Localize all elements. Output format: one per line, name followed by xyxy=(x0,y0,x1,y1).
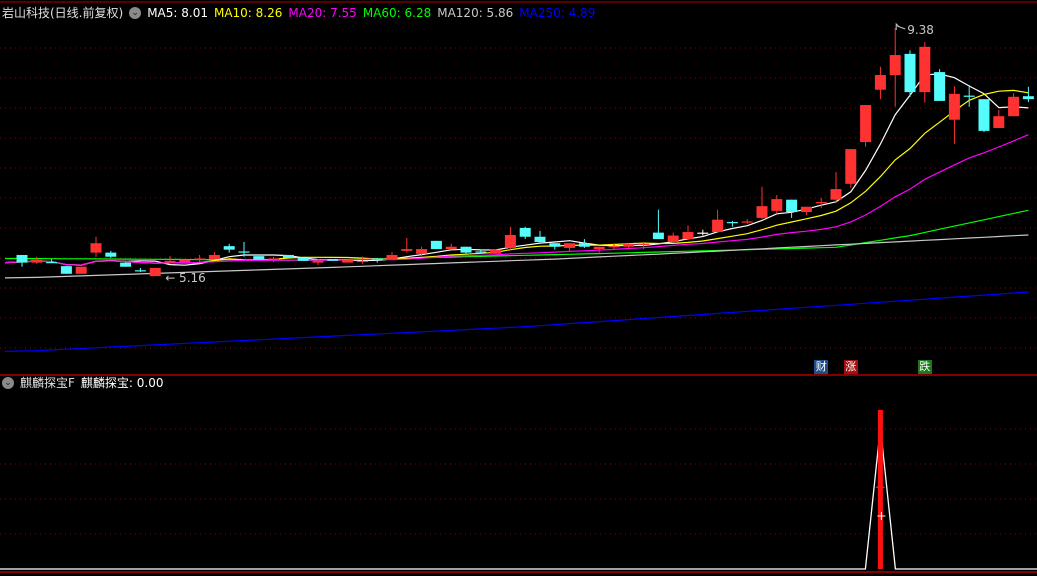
candle-body xyxy=(490,249,502,254)
candle-body xyxy=(342,259,354,263)
candle-body xyxy=(416,249,428,254)
candle-body xyxy=(401,249,413,251)
stock-title: 岩山科技(日线.前复权) xyxy=(2,6,124,20)
candle-body xyxy=(993,116,1005,128)
candle-body xyxy=(327,259,339,261)
candle-body xyxy=(652,232,664,240)
ma10-line xyxy=(4,89,1029,266)
candle-body xyxy=(356,260,368,263)
candle-body xyxy=(963,95,975,97)
candle-body xyxy=(549,243,561,247)
candle-body xyxy=(815,202,827,204)
candle-body xyxy=(756,206,768,218)
candle-body xyxy=(638,243,650,245)
candle-body xyxy=(1022,96,1034,100)
candle-body xyxy=(904,53,916,93)
candle-body xyxy=(682,232,694,240)
candle-body xyxy=(282,254,294,258)
candle-body xyxy=(726,222,738,224)
candle-body xyxy=(75,266,87,274)
candle-body xyxy=(593,246,605,250)
chevron-down-icon[interactable]: ⌄ xyxy=(129,7,142,19)
candle-body xyxy=(948,93,960,120)
candle-body xyxy=(312,260,324,263)
candle-body xyxy=(475,251,487,253)
candle-body xyxy=(978,99,990,131)
indicator-name: 麒麟探宝F xyxy=(20,376,75,390)
candle-body xyxy=(31,259,43,263)
stock-chart[interactable]: 9.38 ← 5.16 xyxy=(0,0,1037,576)
candle-body xyxy=(578,243,590,247)
ma60-line xyxy=(4,209,1029,261)
ma250-line xyxy=(4,291,1029,352)
candle-body xyxy=(253,256,265,260)
indicator-value: 麒麟探宝: 0.00 xyxy=(80,376,164,390)
candle-body xyxy=(889,55,901,76)
candle-body xyxy=(149,267,161,277)
candle-body xyxy=(874,75,886,90)
candle-body xyxy=(564,243,576,248)
high-price-label: 9.38 xyxy=(907,23,934,37)
candle-body xyxy=(519,227,531,237)
candle-body xyxy=(830,189,842,200)
candle-body xyxy=(445,246,457,250)
event-marker-limit-down[interactable]: 跌 xyxy=(917,360,932,374)
candle-body xyxy=(534,236,546,243)
candle-body xyxy=(934,72,946,101)
candle-body xyxy=(120,262,132,267)
candle-body xyxy=(179,259,191,263)
high-arrow-icon xyxy=(895,22,906,30)
candle-body xyxy=(208,254,220,260)
candle-body xyxy=(697,232,709,234)
candle-body xyxy=(741,221,753,223)
chevron-down-icon[interactable]: ⌄ xyxy=(2,377,14,389)
candle-body xyxy=(786,199,798,213)
candle-body xyxy=(371,258,383,260)
ma10-label: MA10: 8.26 xyxy=(213,6,283,20)
candle-body xyxy=(60,266,72,274)
candle-body xyxy=(386,254,398,260)
ma20-label: MA20: 7.55 xyxy=(288,6,357,20)
ma5-label: MA5: 8.01 xyxy=(147,6,208,20)
ma250-label: MA250: 4.89 xyxy=(519,6,596,20)
candle-body xyxy=(238,251,250,253)
indicator-signal-bar xyxy=(877,409,883,569)
candle-body xyxy=(46,262,58,264)
ma60-label: MA60: 6.28 xyxy=(362,6,432,20)
indicator-header: ⌄ 麒麟探宝F 麒麟探宝: 0.00 xyxy=(2,374,169,392)
candle-body xyxy=(712,219,724,233)
candle-body xyxy=(460,246,472,253)
event-marker-limit-up[interactable]: 涨 xyxy=(843,360,858,374)
candle-body xyxy=(860,105,872,143)
candle-body xyxy=(134,270,146,272)
low-price-label: ← 5.16 xyxy=(165,271,206,285)
candle-body xyxy=(194,258,206,260)
candle-body xyxy=(297,257,309,261)
ma120-label: MA120: 5.86 xyxy=(437,6,514,20)
candle-body xyxy=(623,243,635,247)
candle-body xyxy=(800,206,812,213)
candle-body xyxy=(845,149,857,184)
candle-body xyxy=(919,46,931,93)
candle-body xyxy=(223,246,235,250)
candle-body xyxy=(164,260,176,263)
signal-arrow-icon xyxy=(875,483,886,488)
candle-body xyxy=(667,235,679,243)
ma5-line xyxy=(4,73,1029,266)
candle-body xyxy=(608,246,620,248)
candle-body xyxy=(90,243,102,253)
candle-body xyxy=(105,252,117,257)
event-marker-finance[interactable]: 财 xyxy=(814,360,829,374)
main-chart-header: 岩山科技(日线.前复权) ⌄ MA5: 8.01 MA10: 8.26 MA20… xyxy=(2,4,601,22)
candle-body xyxy=(1008,96,1020,117)
candle-body xyxy=(504,234,516,248)
candle-body xyxy=(16,254,28,263)
candle-body xyxy=(268,258,280,260)
candle-body xyxy=(771,199,783,211)
candle-body xyxy=(430,240,442,250)
